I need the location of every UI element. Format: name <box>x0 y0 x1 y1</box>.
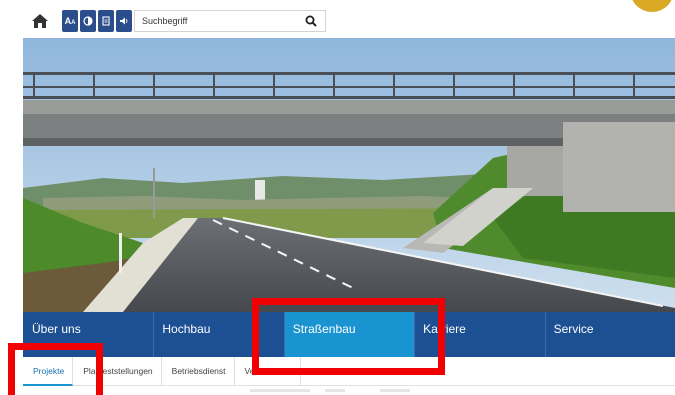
home-icon[interactable] <box>31 13 49 29</box>
faded-dropdown-hint <box>240 386 440 395</box>
search-icon[interactable] <box>305 15 317 27</box>
search-box <box>134 10 326 32</box>
font-size-sub-label: A <box>71 20 76 26</box>
nav-item-service[interactable]: Service <box>544 312 675 357</box>
highlight-box-strassenbau <box>252 298 445 375</box>
top-utility-bar: AA <box>0 0 675 38</box>
contrast-button[interactable] <box>80 10 96 32</box>
search-input[interactable] <box>135 11 295 31</box>
audio-button[interactable] <box>116 10 132 32</box>
contrast-icon <box>83 16 93 26</box>
speaker-icon <box>119 16 129 26</box>
accessibility-toolbar: AA <box>62 10 132 32</box>
hero-image <box>23 38 675 312</box>
logo-fragment <box>630 0 674 12</box>
font-size-icon: AA <box>65 16 76 26</box>
font-size-button[interactable]: AA <box>62 10 78 32</box>
highlight-box-projekte <box>8 343 103 395</box>
document-button[interactable] <box>98 10 114 32</box>
subnav-item-betriebsdienst[interactable]: Betriebsdienst <box>162 357 235 386</box>
document-icon <box>101 16 111 26</box>
